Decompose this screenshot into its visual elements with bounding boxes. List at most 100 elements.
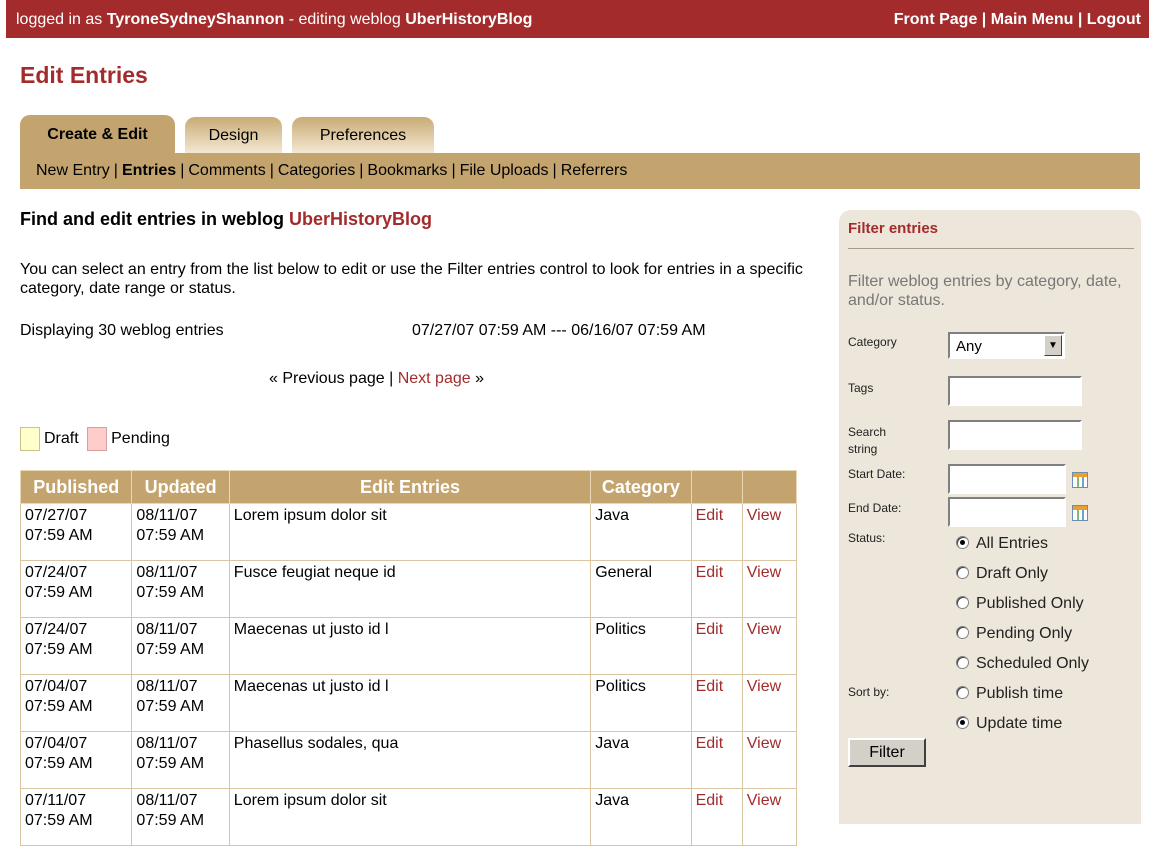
entry-category: Java: [590, 503, 692, 561]
start-date-input[interactable]: [948, 464, 1066, 494]
edit-link[interactable]: Edit: [690, 503, 743, 561]
published-cell: 07/04/07 07:59 AM: [19, 731, 133, 789]
date-text: 08/11/07: [136, 507, 198, 524]
subnav-file-uploads[interactable]: File Uploads: [460, 162, 549, 179]
tags-input[interactable]: [948, 376, 1082, 406]
subnav-new-entry[interactable]: New Entry: [36, 162, 110, 179]
sort-radio-option[interactable]: Update time: [956, 715, 1062, 733]
updated-cell: 08/11/07 07:59 AM: [131, 788, 230, 846]
main-menu-link[interactable]: Main Menu: [991, 11, 1074, 28]
tab-preferences[interactable]: Preferences: [292, 117, 434, 153]
radio-button-icon[interactable]: [956, 566, 969, 579]
subnav-bookmarks[interactable]: Bookmarks: [367, 162, 447, 179]
status-legend: Draft Pending: [20, 427, 170, 451]
separator: |: [552, 162, 557, 179]
filter-title: Filter entries: [848, 220, 939, 237]
pending-swatch: [87, 427, 108, 451]
radio-button-icon[interactable]: [956, 596, 969, 609]
subnav-categories[interactable]: Categories: [278, 162, 355, 179]
subnav-entries[interactable]: Entries: [122, 162, 176, 179]
tab-create-edit[interactable]: Create & Edit: [20, 115, 175, 153]
calendar-icon[interactable]: [1072, 472, 1088, 488]
time-text: 07:59 AM: [136, 812, 205, 829]
tab-design[interactable]: Design: [185, 117, 282, 153]
view-link[interactable]: View: [741, 731, 798, 789]
search-string-input[interactable]: [948, 420, 1082, 450]
view-link[interactable]: View: [741, 503, 798, 561]
edit-link[interactable]: Edit: [690, 788, 743, 846]
view-link[interactable]: View: [741, 617, 798, 675]
search-label-line1: Search: [848, 425, 887, 439]
subnav-referrers[interactable]: Referrers: [561, 162, 628, 179]
entry-title: Phasellus sodales, qua: [228, 731, 592, 789]
category-select[interactable]: Any ▼: [948, 332, 1065, 359]
date-text: 08/11/07: [136, 564, 198, 581]
logout-link[interactable]: Logout: [1087, 11, 1141, 28]
view-link[interactable]: View: [741, 674, 798, 732]
filter-panel: Filter entries Filter weblog entries by …: [839, 210, 1141, 824]
next-arrow-icon: »: [475, 370, 484, 387]
date-range: 07/27/07 07:59 AM --- 06/16/07 07:59 AM: [412, 322, 706, 339]
status-radio-option[interactable]: Draft Only: [956, 565, 1048, 583]
table-row: 07/11/07 07:59 AM 08/11/07 07:59 AM Lorem ip…: [19, 788, 798, 846]
calendar-icon[interactable]: [1072, 505, 1088, 521]
entry-title: Lorem ipsum dolor sit: [228, 788, 592, 846]
editing-prefix: - editing weblog: [288, 11, 401, 28]
entry-title: Maecenas ut justo id l: [228, 617, 592, 675]
separator: |: [359, 162, 364, 179]
sort-option-label: Update time: [976, 715, 1063, 732]
status-radio-option[interactable]: Pending Only: [956, 625, 1072, 643]
username: TyroneSydneyShannon: [106, 11, 285, 28]
status-radio-option[interactable]: All Entries: [956, 535, 1048, 553]
status-option-label: All Entries: [976, 535, 1049, 552]
table-row: 07/04/07 07:59 AM 08/11/07 07:59 AM Phasellu…: [19, 731, 798, 789]
edit-link[interactable]: Edit: [690, 560, 743, 618]
date-text: 07/27/07: [25, 507, 88, 524]
pending-label: Pending: [111, 430, 170, 448]
time-text: 07:59 AM: [25, 641, 93, 658]
subnav-comments[interactable]: Comments: [188, 162, 265, 179]
end-date-input[interactable]: [948, 497, 1066, 527]
edit-link[interactable]: Edit: [690, 674, 743, 732]
radio-button-icon[interactable]: [956, 536, 969, 549]
table-row: 07/24/07 07:59 AM 08/11/07 07:59 AM Maecenas…: [19, 617, 798, 675]
radio-button-icon[interactable]: [956, 626, 969, 639]
published-cell: 07/04/07 07:59 AM: [19, 674, 133, 732]
chevron-down-icon[interactable]: ▼: [1044, 335, 1062, 356]
separator: |: [981, 11, 987, 28]
filter-button[interactable]: Filter: [848, 738, 926, 767]
entry-title: Lorem ipsum dolor sit: [228, 503, 592, 561]
radio-button-icon[interactable]: [956, 656, 969, 669]
end-date-label: End Date:: [848, 501, 902, 515]
start-date-label: Start Date:: [848, 467, 906, 481]
tags-label: Tags: [848, 381, 874, 395]
updated-cell: 08/11/07 07:59 AM: [131, 731, 230, 789]
next-page-link[interactable]: Next page: [398, 370, 471, 387]
divider: [848, 248, 1134, 249]
edit-link[interactable]: Edit: [690, 617, 743, 675]
search-label: Search string: [848, 424, 886, 458]
updated-cell: 08/11/07 07:59 AM: [131, 560, 230, 618]
category-label: Category: [848, 335, 897, 349]
front-page-link[interactable]: Front Page: [894, 11, 978, 28]
time-text: 07:59 AM: [136, 527, 205, 544]
status-radio-option[interactable]: Published Only: [956, 595, 1084, 613]
radio-button-icon[interactable]: [956, 716, 969, 729]
status-option-label: Draft Only: [976, 565, 1049, 582]
table-row: 07/04/07 07:59 AM 08/11/07 07:59 AM Maecenas…: [19, 674, 798, 732]
pager: « Previous page | Next page »: [269, 370, 484, 388]
entry-category: Java: [590, 788, 692, 846]
view-link[interactable]: View: [741, 788, 798, 846]
radio-button-icon[interactable]: [956, 686, 969, 699]
separator: |: [269, 162, 274, 179]
table-row: 07/24/07 07:59 AM 08/11/07 07:59 AM Fusce fe…: [19, 560, 798, 618]
view-link[interactable]: View: [741, 560, 798, 618]
header-category: Category: [590, 470, 692, 504]
entry-category: Java: [590, 731, 692, 789]
date-text: 07/04/07: [25, 735, 88, 752]
sort-radio-option[interactable]: Publish time: [956, 685, 1063, 703]
separator: |: [451, 162, 456, 179]
top-bar: logged in as TyroneSydneyShannon - editi…: [6, 0, 1149, 38]
edit-link[interactable]: Edit: [690, 731, 743, 789]
status-radio-option[interactable]: Scheduled Only: [956, 655, 1089, 673]
